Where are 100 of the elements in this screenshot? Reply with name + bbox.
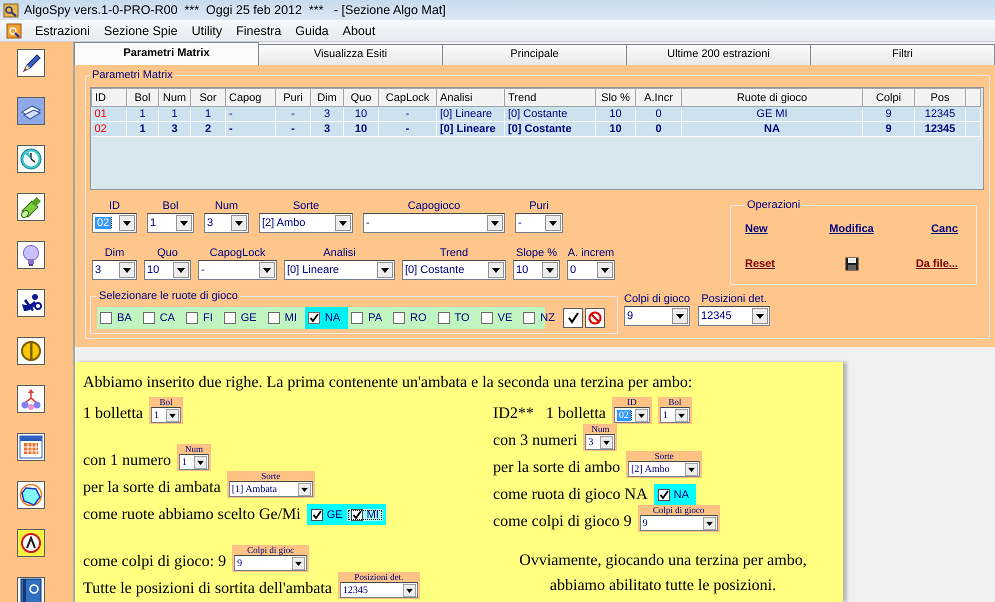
menu-item[interactable]: Estrazioni (28, 24, 97, 38)
checkbox[interactable]: BA (97, 307, 140, 329)
table-cell: - (378, 122, 436, 136)
dropdown[interactable]: 9 (234, 555, 308, 571)
dropdown[interactable]: 12345 (340, 582, 418, 598)
save-icon[interactable] (844, 257, 858, 271)
field-label: Colpi di gioco (624, 292, 690, 306)
dropdown[interactable]: [1] Ambata (228, 481, 313, 497)
menu-item[interactable]: Finestra (229, 24, 288, 38)
table-cell: 1 (158, 106, 190, 122)
note-text: per la sorte di ambata (83, 478, 221, 498)
checkbox[interactable]: PA (348, 307, 390, 329)
dropdown[interactable]: 1 (147, 213, 194, 233)
column-header[interactable]: A.Incr (636, 88, 682, 106)
link[interactable]: Canc (931, 223, 958, 235)
field-label: Colpi di gioco (652, 505, 704, 515)
checkbox[interactable]: NZ (520, 307, 563, 329)
menu-item[interactable]: Guida (288, 24, 336, 38)
note-text: come colpi di gioco: 9 (83, 552, 226, 572)
column-header[interactable]: CapLock (378, 88, 436, 106)
dropdown[interactable]: [2] Ambo (628, 461, 700, 477)
checkbox[interactable]: FI (182, 307, 221, 329)
column-header[interactable]: Dim (310, 88, 344, 106)
table-cell: 12345 (914, 106, 966, 122)
tab[interactable]: Ultime 200 estrazioni (626, 44, 811, 65)
coin-icon[interactable] (18, 338, 44, 364)
figure-icon[interactable] (18, 290, 44, 316)
dropdown[interactable]: - (363, 213, 505, 233)
menu-item[interactable]: About (336, 24, 382, 38)
note-text: Tutte le posizioni di sortita dell'ambata (83, 579, 332, 599)
dropdown[interactable]: 9 (640, 515, 718, 531)
column-header[interactable]: ID (92, 88, 126, 106)
dropdown[interactable]: 3 (92, 260, 137, 280)
dropdown[interactable]: 0 (567, 260, 615, 280)
table-cell: 10 (596, 122, 636, 136)
pencil-icon[interactable] (18, 50, 44, 76)
dropdown[interactable]: 1 (150, 407, 181, 423)
calendar-icon[interactable] (18, 434, 44, 460)
dropdown[interactable]: 10 (513, 260, 560, 280)
column-header[interactable]: Ruote di gioco (682, 88, 862, 106)
dropdown[interactable]: 12345 (698, 306, 770, 326)
dropdown[interactable]: [0] Costante (402, 260, 506, 280)
tab[interactable]: Parametri Matrix (74, 42, 259, 65)
clock-icon[interactable] (18, 146, 44, 172)
column-header[interactable]: Trend (504, 88, 596, 106)
column-header[interactable]: Colpi (862, 88, 914, 106)
tab[interactable]: Principale (442, 44, 627, 65)
lightbulb-icon[interactable] (18, 242, 44, 268)
checkbox[interactable]: CA (140, 307, 183, 329)
checkmark-icon (312, 510, 322, 520)
dropdown[interactable]: 10 (144, 260, 191, 280)
flashlight-icon[interactable] (18, 194, 44, 220)
link[interactable]: Da file... (916, 258, 958, 270)
dropdown[interactable]: 9 (624, 306, 690, 326)
dropdown[interactable]: 1 (178, 454, 209, 470)
dropdown[interactable]: [2] Ambo (259, 213, 353, 233)
checkmark-button[interactable] (563, 308, 583, 328)
column-header[interactable]: Slo % (596, 88, 636, 106)
column-header[interactable]: Quo (344, 88, 378, 106)
dropdown[interactable]: 3 (585, 434, 616, 450)
tab[interactable]: Filtri (810, 44, 995, 65)
dropdown[interactable]: [0] Lineare (284, 260, 395, 280)
dropdown[interactable]: 1 (660, 407, 690, 423)
link[interactable]: Reset (745, 258, 816, 270)
table-cell: 0 (636, 106, 682, 122)
checkbox[interactable]: NA (304, 307, 348, 329)
column-header[interactable]: Sor (190, 88, 226, 106)
tab[interactable]: Visualizza Esiti (258, 44, 443, 65)
column-header[interactable]: Capog (226, 88, 276, 106)
note-text: come ruota di gioco NA (493, 485, 648, 505)
table-cell: 3 (310, 106, 344, 122)
menu-item[interactable]: Sezione Spie (96, 24, 185, 38)
checkbox[interactable]: GE (220, 307, 265, 329)
link[interactable]: New (745, 223, 816, 235)
checkbox[interactable]: RO (390, 307, 435, 329)
circle-icon[interactable] (18, 530, 44, 556)
card-icon[interactable] (18, 98, 44, 124)
prohibition-button[interactable] (585, 308, 605, 328)
checkbox[interactable]: MI (346, 508, 383, 520)
column-header[interactable]: Puri (276, 88, 310, 106)
book-icon[interactable] (18, 578, 44, 602)
app-icon (6, 22, 22, 38)
menu-item[interactable]: Utility (184, 24, 230, 38)
link[interactable]: Modifica (829, 223, 874, 235)
column-header[interactable]: Bol (126, 88, 158, 106)
column-header[interactable]: Num (158, 88, 190, 106)
checkbox[interactable]: VE (478, 307, 520, 329)
dropdown[interactable]: - (198, 260, 277, 280)
column-header[interactable]: Analisi (436, 88, 504, 106)
checkbox[interactable]: TO (434, 307, 478, 329)
checkmark-icon (567, 312, 579, 324)
table-cell: 2 (190, 122, 226, 136)
dropdown[interactable]: 3 (204, 213, 249, 233)
note-text: per la sorte di ambo (493, 458, 620, 478)
hierarchy-icon[interactable] (18, 386, 44, 412)
dropdown[interactable]: - (515, 213, 563, 233)
hexagon-icon[interactable] (18, 482, 44, 508)
column-header[interactable]: Pos (914, 88, 966, 106)
checkbox[interactable]: GE (306, 508, 347, 520)
checkbox[interactable]: MI (264, 307, 305, 329)
